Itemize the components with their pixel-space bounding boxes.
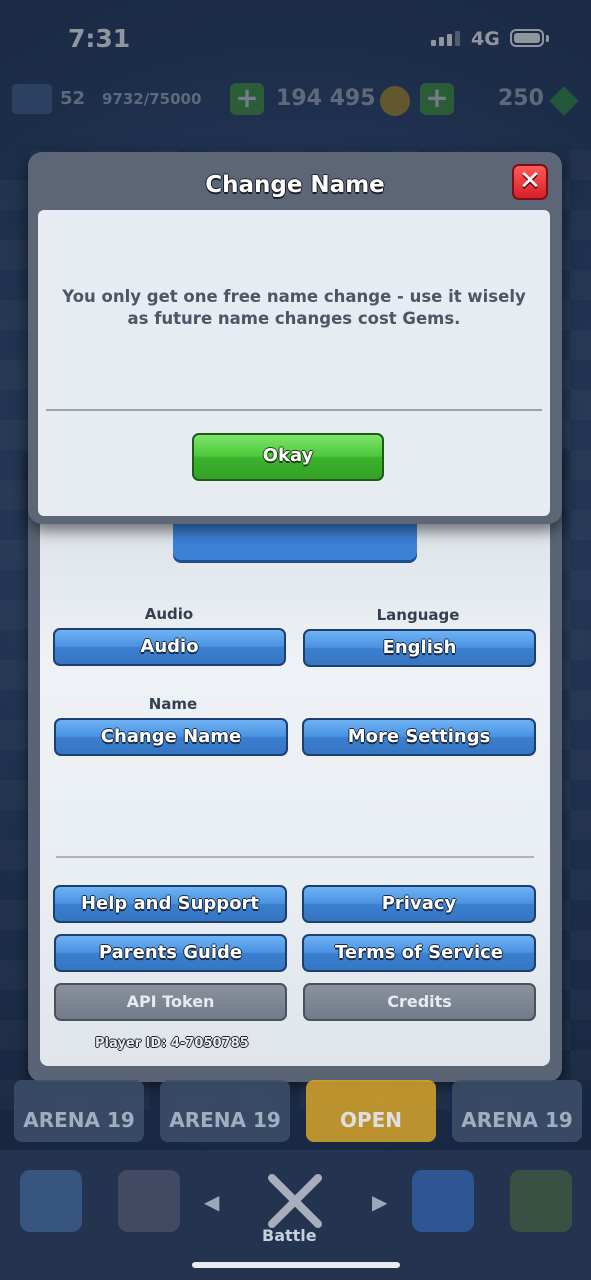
change-name-dialog: Change Name ✕ You only get one free name… xyxy=(28,152,562,524)
bottom-nav xyxy=(0,1150,591,1280)
credits-button[interactable]: Credits xyxy=(303,983,536,1021)
help-support-button[interactable]: Help and Support xyxy=(53,885,287,923)
audio-button[interactable]: Audio xyxy=(53,628,286,666)
player-id: Player ID: 4-7050785 xyxy=(95,1036,249,1051)
name-label: Name xyxy=(148,695,198,713)
events-icon[interactable] xyxy=(510,1170,572,1232)
settings-divider xyxy=(56,856,534,858)
api-token-button[interactable]: API Token xyxy=(54,983,287,1021)
chevron-right-icon[interactable]: ▶ xyxy=(372,1190,387,1214)
terms-of-service-button[interactable]: Terms of Service xyxy=(302,934,536,972)
parents-guide-button[interactable]: Parents Guide xyxy=(54,934,287,972)
dialog-title: Change Name xyxy=(205,172,385,198)
language-button[interactable]: English xyxy=(303,629,536,667)
arena-card[interactable]: ARENA 19 xyxy=(160,1080,290,1142)
audio-label: Audio xyxy=(144,605,194,623)
dialog-body: You only get one free name change - use … xyxy=(38,210,550,516)
dialog-message: You only get one free name change - use … xyxy=(62,287,526,328)
battle-swords-icon[interactable] xyxy=(264,1170,326,1232)
dialog-divider xyxy=(46,409,542,411)
privacy-button[interactable]: Privacy xyxy=(302,885,536,923)
cards-icon[interactable] xyxy=(118,1170,180,1232)
close-icon[interactable]: ✕ xyxy=(512,164,548,200)
arena-card-open[interactable]: OPEN xyxy=(306,1080,436,1142)
arena-card[interactable]: ARENA 19 xyxy=(452,1080,582,1142)
okay-button[interactable]: Okay xyxy=(192,433,384,481)
shop-icon[interactable] xyxy=(20,1170,82,1232)
language-label: Language xyxy=(376,606,460,624)
change-name-button[interactable]: Change Name xyxy=(54,718,288,756)
battle-label: Battle xyxy=(262,1226,317,1245)
chevron-left-icon[interactable]: ◀ xyxy=(204,1190,219,1214)
arena-card[interactable]: ARENA 19 xyxy=(14,1080,144,1142)
more-settings-button[interactable]: More Settings xyxy=(302,718,536,756)
clan-icon[interactable] xyxy=(412,1170,474,1232)
home-indicator[interactable] xyxy=(192,1262,400,1268)
